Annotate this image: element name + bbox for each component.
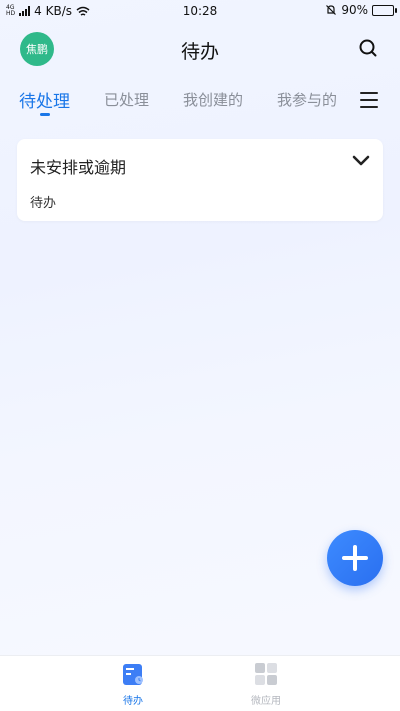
status-bar: 4G HD 4 KB/s 10:28 90% [0, 0, 400, 22]
unscheduled-overdue-card[interactable]: 未安排或逾期 待办 [17, 139, 383, 221]
bottom-nav: 待办 微应用 [0, 655, 400, 711]
todo-icon [123, 664, 143, 685]
battery-icon [372, 4, 397, 16]
add-button[interactable] [327, 530, 383, 586]
card-subtitle: 待办 [30, 196, 57, 211]
nav-micro-apps[interactable]: 微应用 [236, 662, 296, 707]
active-tab-indicator [40, 113, 50, 116]
battery-percent: 90% [341, 3, 368, 17]
tab-created-by-me[interactable]: 我创建的 [183, 89, 243, 110]
status-right: 90% [325, 3, 397, 17]
card-title: 未安排或逾期 [30, 158, 127, 177]
nav-micro-apps-label: 微应用 [251, 696, 281, 707]
chevron-down-icon[interactable] [351, 154, 371, 168]
tab-processed[interactable]: 已处理 [104, 89, 149, 110]
tab-participating[interactable]: 我参与的 [277, 89, 337, 110]
apps-grid-icon [255, 663, 277, 685]
menu-icon[interactable] [360, 92, 378, 108]
nav-todo-label: 待办 [123, 696, 143, 707]
search-icon[interactable] [358, 38, 378, 58]
page-title: 待办 [180, 41, 219, 63]
tab-pending[interactable]: 待处理 [19, 87, 70, 112]
mute-bell-icon [326, 5, 337, 15]
plus-icon [342, 545, 368, 571]
nav-todo[interactable]: 待办 [103, 662, 163, 707]
header: 焦鹏 待办 [0, 28, 400, 72]
tab-bar: 待处理 已处理 我创建的 我参与的 [0, 86, 400, 122]
